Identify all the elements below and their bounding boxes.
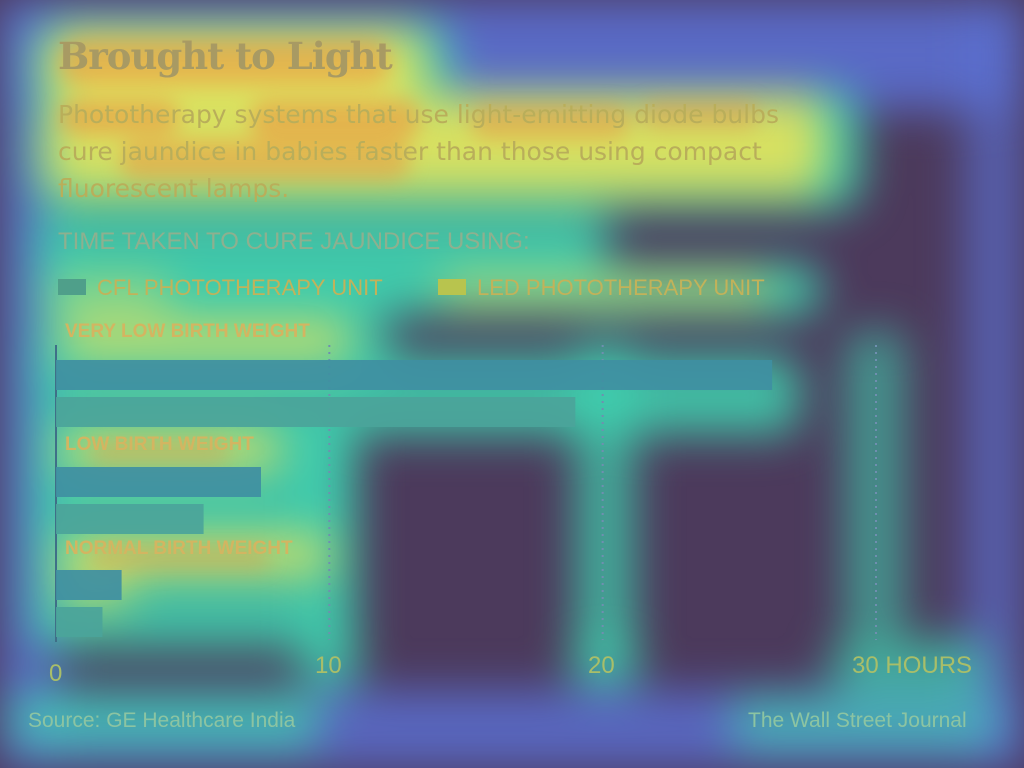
source-note: Source: GE Healthcare India	[28, 709, 296, 732]
publisher-credit: The Wall Street Journal	[748, 709, 967, 732]
bar-led	[56, 397, 576, 427]
bar-cfl	[56, 360, 773, 390]
x-tick-label: 30 HOURS	[852, 652, 973, 679]
category-label: NORMAL BIRTH WEIGHT	[65, 538, 293, 559]
x-tick-label: 20	[588, 652, 615, 679]
heatmap-screenshot: Brought to Light Phototherapy systems th…	[0, 0, 1024, 768]
category-label: VERY LOW BIRTH WEIGHT	[65, 321, 310, 342]
x-tick-label: 0	[49, 660, 63, 687]
bar-cfl	[56, 467, 261, 497]
bar-cfl	[56, 570, 122, 600]
x-tick-label: 10	[315, 652, 342, 679]
bar-led	[56, 607, 103, 637]
category-label: LOW BIRTH WEIGHT	[65, 434, 254, 455]
bar-led	[56, 504, 204, 534]
